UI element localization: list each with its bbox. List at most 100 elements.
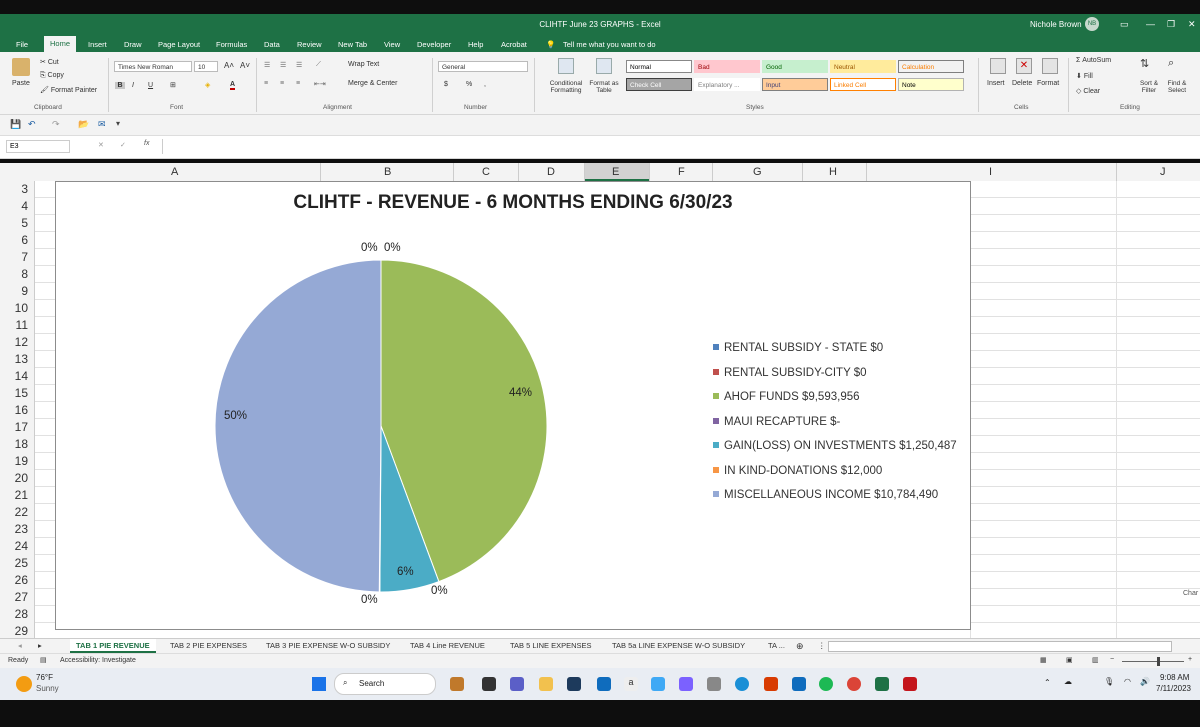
align-bottom-icon[interactable]: ☰ (296, 61, 302, 69)
cell-style-good[interactable]: Good (762, 60, 828, 73)
pie-slice-6[interactable] (214, 259, 382, 593)
column-c[interactable]: C (482, 166, 490, 178)
sheet-tab-more[interactable]: TA ... (768, 641, 785, 650)
copy-button[interactable]: ⎘ Copy (40, 72, 64, 80)
outlook-icon[interactable] (792, 677, 806, 691)
chrome-icon[interactable] (847, 677, 861, 691)
align-top-icon[interactable]: ☰ (264, 61, 270, 69)
tray-chevron-icon[interactable]: ⌃ (1044, 678, 1051, 687)
page-layout-view-icon[interactable]: ▣ (1066, 656, 1073, 664)
format-as-table-button[interactable]: Format as Table (586, 80, 622, 94)
customize-qat-icon[interactable]: ▾ (116, 119, 120, 128)
amazon-icon[interactable]: a (624, 677, 638, 691)
sheet-tab-3[interactable]: TAB 3 PIE EXPENSE W-O SUBSIDY (266, 641, 390, 650)
column-a[interactable]: A (171, 166, 178, 178)
briefcase-icon[interactable] (450, 677, 464, 691)
edge-icon[interactable] (735, 677, 749, 691)
prev-sheet-icon[interactable]: ◂ (18, 641, 22, 650)
avatar[interactable]: NB (1085, 17, 1099, 31)
zoom-slider-thumb[interactable] (1157, 657, 1160, 666)
column-j[interactable]: J (1160, 166, 1166, 178)
row-17[interactable]: 17 (0, 420, 28, 434)
column-i[interactable]: I (989, 166, 992, 178)
number-format-select[interactable]: General (438, 61, 528, 72)
page-break-view-icon[interactable]: ▥ (1092, 656, 1099, 664)
minimize-icon[interactable]: — (1146, 19, 1155, 29)
find-select-button[interactable]: Find & Select (1162, 80, 1192, 94)
office-icon[interactable] (764, 677, 778, 691)
tab-help[interactable]: Help (468, 40, 483, 49)
taskbar-search[interactable]: ⌕ Search (334, 673, 436, 695)
align-center-icon[interactable]: ≡ (280, 80, 284, 87)
normal-view-icon[interactable]: ▦ (1040, 656, 1047, 664)
tab-developer[interactable]: Developer (417, 40, 451, 49)
file-explorer-icon[interactable] (539, 677, 553, 691)
row-25[interactable]: 25 (0, 556, 28, 570)
insert-function-button[interactable]: fx (144, 140, 149, 147)
start-icon[interactable] (312, 677, 326, 691)
sort-filter-icon[interactable]: ⇅ (1140, 57, 1149, 70)
row-19[interactable]: 19 (0, 454, 28, 468)
email-icon[interactable]: ✉ (98, 119, 106, 130)
find-select-icon[interactable]: ⌕ (1168, 57, 1174, 70)
row-3[interactable]: 3 (0, 182, 28, 196)
conditional-formatting-icon[interactable] (558, 58, 574, 74)
weather-icon[interactable] (16, 676, 32, 692)
sheet-tab-6[interactable]: TAB 5a LINE EXPENSE W-O SUBSIDY (612, 641, 745, 650)
tab-draw[interactable]: Draw (124, 40, 142, 49)
cut-button[interactable]: ✂ Cut (40, 58, 59, 66)
sheet-tab-4[interactable]: TAB 4 Line REVENUE (410, 641, 485, 650)
font-name-select[interactable]: Times New Roman (114, 61, 192, 72)
tab-new-tab[interactable]: New Tab (338, 40, 367, 49)
row-6[interactable]: 6 (0, 233, 28, 247)
save-icon[interactable]: 💾 (10, 119, 21, 130)
underline-button[interactable]: U (148, 82, 153, 89)
decrease-font-icon[interactable]: A˅ (240, 61, 250, 70)
align-left-icon[interactable]: ≡ (264, 80, 268, 87)
add-sheet-icon[interactable]: ⊕ (796, 641, 804, 652)
row-10[interactable]: 10 (0, 301, 28, 315)
wrap-text-button[interactable]: Wrap Text (348, 61, 379, 68)
column-d[interactable]: D (547, 166, 555, 178)
bold-button[interactable]: B (115, 82, 125, 89)
comma-button[interactable]: , (484, 81, 486, 88)
cell-style-note[interactable]: Note (898, 78, 964, 91)
zoom-in-icon[interactable]: + (1188, 656, 1192, 663)
column-h[interactable]: H (829, 166, 837, 178)
cell-style-normal[interactable]: Normal (626, 60, 692, 73)
horizontal-scrollbar[interactable] (828, 641, 1172, 652)
format-cells-icon[interactable] (1042, 58, 1058, 74)
column-b[interactable]: B (384, 166, 391, 178)
paste-icon[interactable] (12, 58, 30, 76)
accessibility-status[interactable]: Accessibility: Investigate (60, 657, 136, 664)
percent-button[interactable]: % (466, 81, 472, 88)
user-name[interactable]: Nichole Brown (1030, 20, 1082, 29)
next-sheet-icon[interactable]: ▸ (38, 641, 42, 650)
format-painter-button[interactable]: 🖌 Format Painter (40, 86, 97, 94)
cell-style-bad[interactable]: Bad (694, 60, 760, 73)
row-21[interactable]: 21 (0, 488, 28, 502)
cancel-icon[interactable]: ✕ (98, 141, 104, 149)
delete-button[interactable]: Delete (1012, 80, 1032, 87)
increase-font-icon[interactable]: A˄ (224, 61, 234, 70)
conditional-formatting-button[interactable]: Conditional Formatting (540, 80, 592, 94)
tab-data[interactable]: Data (264, 40, 280, 49)
tab-home[interactable]: Home (44, 36, 77, 52)
row-24[interactable]: 24 (0, 539, 28, 553)
mic-icon[interactable]: 🎙 (1104, 677, 1114, 686)
tab-acrobat[interactable]: Acrobat (501, 40, 527, 49)
maximize-icon[interactable]: ❐ (1167, 19, 1175, 30)
row-20[interactable]: 20 (0, 471, 28, 485)
tab-insert[interactable]: Insert (88, 40, 107, 49)
tell-me-search[interactable]: Tell me what you want to do (563, 40, 656, 49)
orientation-icon[interactable]: ⟋ (316, 61, 321, 69)
clock-time[interactable]: 9:08 AM (1160, 673, 1189, 682)
formula-input[interactable] (162, 139, 1197, 154)
row-29[interactable]: 29 (0, 624, 28, 638)
row-5[interactable]: 5 (0, 216, 28, 230)
row-13[interactable]: 13 (0, 352, 28, 366)
row-27[interactable]: 27 (0, 590, 28, 604)
clock-date[interactable]: 7/11/2023 (1156, 684, 1191, 693)
excel-icon[interactable] (875, 677, 889, 691)
row-15[interactable]: 15 (0, 386, 28, 400)
